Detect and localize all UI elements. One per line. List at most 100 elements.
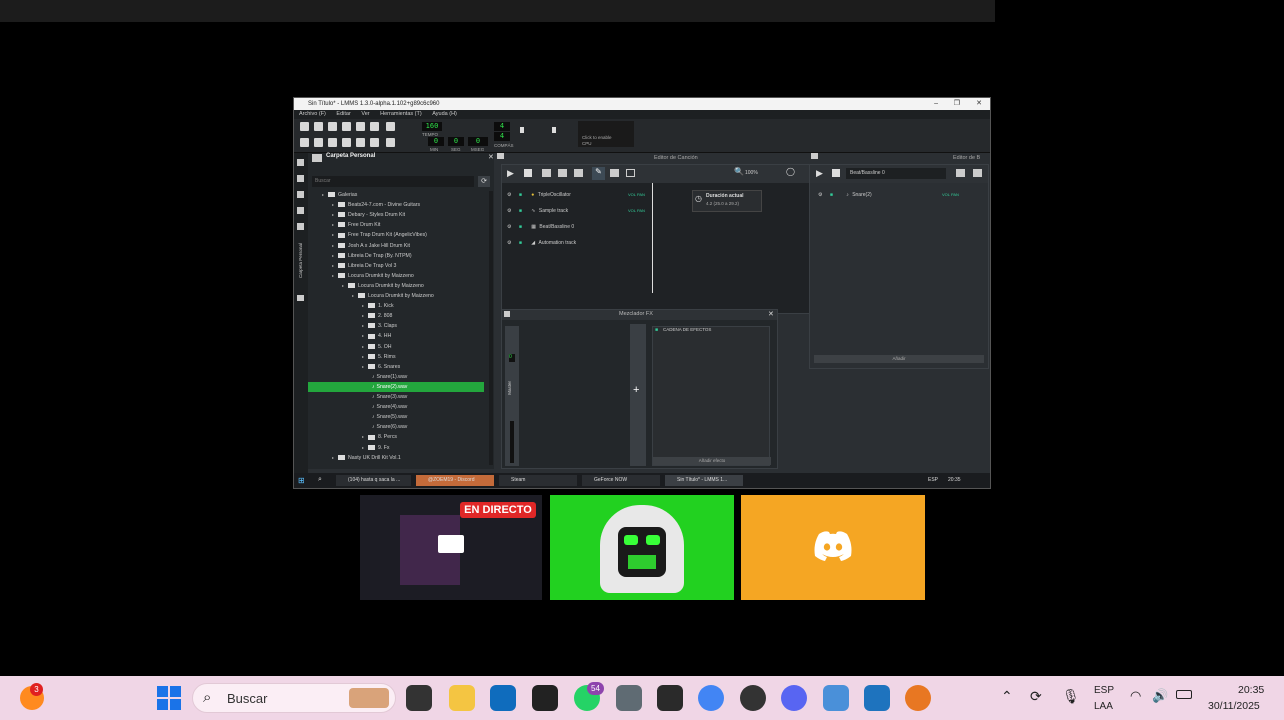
add-channel-icon[interactable]: +: [633, 384, 639, 396]
mixer-icon[interactable]: [356, 138, 365, 147]
file-tree-item[interactable]: ▸ Locura Drumkit by Maizzeno: [308, 271, 484, 281]
plugins-tab-icon[interactable]: [297, 207, 304, 214]
vol-pan-label[interactable]: VOL PAN: [628, 187, 645, 203]
file-tree-item[interactable]: ♪ Snare(6).wav: [308, 422, 484, 432]
tempo-display[interactable]: 160: [422, 122, 442, 131]
browser-scrollbar[interactable]: [489, 191, 493, 465]
piano-roll-icon[interactable]: [328, 138, 337, 147]
task-geforce[interactable]: GeForce NOW: [582, 475, 660, 486]
master-volume-icon[interactable]: [520, 127, 524, 133]
file-tree-item[interactable]: ▸ Locura Drumkit by Maizzeno: [308, 291, 484, 301]
add-effect-button[interactable]: Añadir efecto: [653, 457, 771, 465]
song-editor-icon[interactable]: [300, 138, 309, 147]
gear-icon[interactable]: ⚙: [818, 192, 822, 198]
file-tree-item[interactable]: ▸ Galerias: [308, 190, 484, 200]
task-discord[interactable]: @ZOEM19 - Discord: [416, 475, 494, 486]
add-sample-track-icon[interactable]: [558, 169, 567, 177]
add-automation-track-icon[interactable]: [574, 169, 583, 177]
menu-editar[interactable]: Editar: [336, 111, 350, 117]
pattern-select[interactable]: Beat/Bassline 0: [846, 168, 946, 179]
taskbar-search[interactable]: ⌕ Buscar: [192, 683, 396, 713]
refresh-icon[interactable]: ⟳: [478, 176, 490, 187]
search-recent-icon[interactable]: [342, 122, 351, 131]
loop-icon[interactable]: ◯: [786, 167, 795, 176]
file-tree-item[interactable]: ▸ Libreia De Trap (By. NTPM): [308, 251, 484, 261]
file-tree-item[interactable]: ▸ Free Drum Kit: [308, 220, 484, 230]
file-tree-item[interactable]: ▸ Beats24-7.com - Divine Guitars: [308, 200, 484, 210]
gear-icon[interactable]: ⚙: [507, 208, 511, 214]
file-explorer-icon[interactable]: [449, 685, 475, 711]
master-channel[interactable]: 0 Master: [505, 326, 519, 466]
file-tree-item[interactable]: ▸ Locura Drumkit by Maizzeno: [308, 281, 484, 291]
beat-stop-icon[interactable]: [832, 169, 840, 177]
defender-icon[interactable]: [864, 685, 890, 711]
file-tree-item[interactable]: ♪ Snare(3).wav: [308, 392, 484, 402]
beat-instrument-row[interactable]: ⚙ ■ ♪ Snare(2) VOL PAN: [810, 187, 988, 203]
save-icon[interactable]: [356, 122, 365, 131]
lmms-icon[interactable]: [740, 685, 766, 711]
draw-mode-icon[interactable]: ✎: [592, 167, 605, 180]
file-tree-item[interactable]: ♪ Snare(5).wav: [308, 412, 484, 422]
menu-herramientas[interactable]: Herramientas (T): [380, 111, 422, 117]
file-tree-item[interactable]: ▸ Free Trap Drum Kit (AngelicVibes): [308, 230, 484, 240]
timesig-bottom[interactable]: 4: [494, 132, 510, 141]
minimize-icon[interactable]: –: [934, 98, 938, 110]
mute-led-icon[interactable]: ■: [519, 192, 522, 198]
steam-icon[interactable]: [657, 685, 683, 711]
stop-icon[interactable]: [524, 169, 532, 177]
inner-start-icon[interactable]: ⊞: [298, 476, 305, 485]
gear-icon[interactable]: ⚙: [507, 192, 511, 198]
track-sample[interactable]: ⚙ ■ ∿ Sample track VOL PAN: [502, 203, 652, 219]
clock-time[interactable]: 20:35: [1238, 684, 1264, 696]
browser-search-input[interactable]: Buscar: [312, 176, 474, 187]
presets-tab-icon[interactable]: [297, 191, 304, 198]
zoom-value[interactable]: 100%: [745, 170, 758, 176]
file-tree-item[interactable]: ▸ 4. HH: [308, 331, 484, 341]
sync-icon[interactable]: ⟳: [1030, 688, 1042, 705]
template-icon[interactable]: [314, 122, 323, 131]
gear-icon[interactable]: ⚙: [507, 224, 511, 230]
discord-taskbar-icon[interactable]: [781, 685, 807, 711]
notes-icon[interactable]: [386, 138, 395, 147]
add-steps-icon[interactable]: [956, 169, 965, 177]
maximize-icon[interactable]: ❐: [954, 98, 960, 110]
mute-led-icon[interactable]: ■: [830, 192, 833, 198]
show-hidden-icons-chevron-up-icon[interactable]: ⌃: [1001, 688, 1013, 705]
capcut-icon[interactable]: [532, 685, 558, 711]
master-fader[interactable]: [510, 421, 514, 463]
file-tree-item[interactable]: ▸ 5. Rims: [308, 352, 484, 362]
file-tree-item[interactable]: ▸ 6. Snares: [308, 362, 484, 372]
battery-icon[interactable]: [1176, 690, 1192, 699]
menu-archivo[interactable]: Archivo (F): [299, 111, 326, 117]
lang-top[interactable]: ESP: [1094, 685, 1114, 696]
menu-ayuda[interactable]: Ayuda (H): [432, 111, 457, 117]
beat-add-button[interactable]: Añadir: [814, 355, 984, 363]
open-icon[interactable]: [328, 122, 337, 131]
add-beat-track-icon[interactable]: [542, 169, 551, 177]
beat-editor-icon[interactable]: [314, 138, 323, 147]
file-tree-item[interactable]: ♪ Snare(1).wav: [308, 372, 484, 382]
microphone-icon[interactable]: 🎙: [1062, 688, 1080, 705]
export-icon[interactable]: [370, 122, 379, 131]
task-youtube[interactable]: (104) hasta q saca la ...: [336, 475, 411, 486]
track-automation[interactable]: ⚙ ■ ◢ Automation track: [502, 235, 652, 251]
file-tree-item[interactable]: ♪ Snare(4).wav: [308, 402, 484, 412]
beat-vol-pan-label[interactable]: VOL PAN: [942, 187, 959, 203]
export-tracks-icon[interactable]: [386, 122, 395, 131]
play-icon[interactable]: ▶: [507, 168, 514, 179]
clock-date[interactable]: 30/11/2025: [1208, 700, 1260, 712]
menu-ver[interactable]: Ver: [361, 111, 369, 117]
fx-chain-led-icon[interactable]: ■: [655, 327, 658, 333]
mixer-close-icon[interactable]: ✕: [768, 310, 774, 318]
file-tree-item[interactable]: ▸ 9. Fx: [308, 443, 484, 453]
mute-led-icon[interactable]: ■: [519, 208, 522, 214]
track-tripleoscillator[interactable]: ⚙ ■ ● TripleOscillator VOL PAN: [502, 187, 652, 203]
task-view-icon[interactable]: [406, 685, 432, 711]
lang-bottom[interactable]: LAA: [1094, 701, 1113, 712]
track-beat-bassline[interactable]: ⚙ ■ ▦ Beat/Bassline 0: [502, 219, 652, 235]
file-tree-item[interactable]: ▸ 8. Percs: [308, 432, 484, 442]
mute-led-icon[interactable]: ■: [519, 224, 522, 230]
clone-steps-icon[interactable]: [973, 169, 982, 177]
controller-icon[interactable]: [370, 138, 379, 147]
cpu-graph[interactable]: Click to enable CPU: [578, 121, 634, 147]
